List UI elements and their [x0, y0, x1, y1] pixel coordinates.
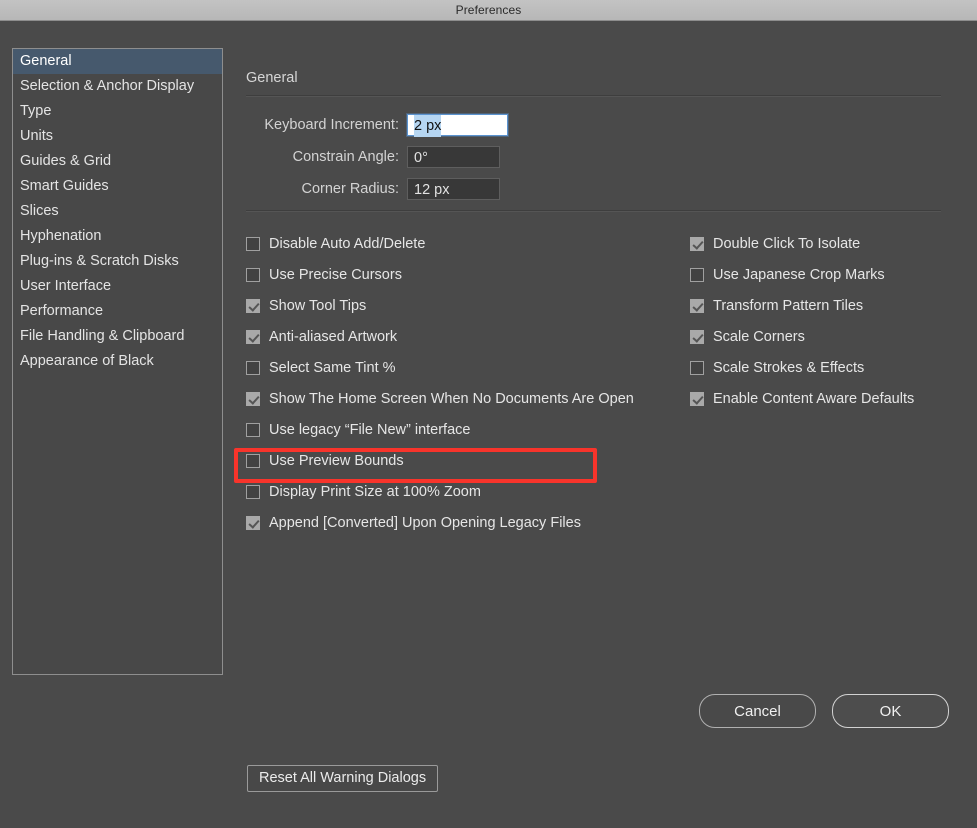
- field-value: 0°: [414, 150, 428, 166]
- checkbox-row[interactable]: Use Precise Cursors: [246, 259, 686, 290]
- checkbox-row[interactable]: Enable Content Aware Defaults: [690, 383, 940, 414]
- checkbox-row[interactable]: Scale Strokes & Effects: [690, 352, 940, 383]
- checkbox-column-right: Double Click To Isolate Use Japanese Crop…: [690, 228, 940, 414]
- checkbox-label: Disable Auto Add/Delete: [269, 235, 426, 252]
- cancel-button[interactable]: Cancel: [699, 694, 816, 728]
- checkbox-label: Anti-aliased Artwork: [269, 328, 398, 345]
- checkbox-unchecked-icon[interactable]: [246, 236, 260, 251]
- checkbox-grid: Disable Auto Add/Delete Use Precise Curso…: [234, 212, 941, 828]
- checkbox-row[interactable]: Disable Auto Add/Delete: [246, 228, 686, 259]
- checkbox-unchecked-icon[interactable]: [246, 422, 260, 437]
- checkbox-checked-icon[interactable]: [690, 329, 704, 344]
- field-input-keyboard-increment[interactable]: 2 px: [407, 114, 508, 137]
- ok-button[interactable]: OK: [832, 694, 949, 728]
- checkbox-row[interactable]: Scale Corners: [690, 321, 940, 352]
- checkbox-label: Use legacy “File New” interface: [269, 421, 471, 438]
- checkbox-label: Scale Corners: [713, 328, 805, 345]
- checkbox-label: Use Preview Bounds: [269, 452, 404, 469]
- checkbox-label: Transform Pattern Tiles: [713, 297, 864, 314]
- checkbox-unchecked-icon[interactable]: [246, 267, 260, 282]
- checkbox-label: Display Print Size at 100% Zoom: [269, 483, 481, 500]
- checkbox-row[interactable]: Double Click To Isolate: [690, 228, 940, 259]
- checkbox-row[interactable]: Use legacy “File New” interface: [246, 414, 686, 445]
- window-titlebar: Preferences: [0, 0, 977, 21]
- sidebar-list: General Selection & Anchor Display Type Uni…: [13, 49, 222, 374]
- sidebar-item-hyphenation[interactable]: Hyphenation: [13, 224, 222, 249]
- preferences-dialog: General Selection & Anchor Display Type Uni…: [0, 21, 977, 792]
- sidebar-item-user-interface[interactable]: User Interface: [13, 274, 222, 299]
- sidebar-item-smart-guides[interactable]: Smart Guides: [13, 174, 222, 199]
- checkbox-label: Double Click To Isolate: [713, 235, 861, 252]
- checkbox-unchecked-icon[interactable]: [246, 453, 260, 468]
- field-input-corner-radius[interactable]: 12 px: [407, 178, 500, 200]
- checkbox-unchecked-icon[interactable]: [690, 360, 704, 375]
- sidebar-item-performance[interactable]: Performance: [13, 299, 222, 324]
- reset-all-warning-dialogs-button[interactable]: Reset All Warning Dialogs: [247, 765, 439, 792]
- checkbox-row[interactable]: Show The Home Screen When No Documents A…: [246, 383, 686, 414]
- checkbox-label: Use Precise Cursors: [269, 266, 402, 283]
- sidebar-item-selection-anchor-display[interactable]: Selection & Anchor Display: [13, 74, 222, 99]
- checkbox-row[interactable]: Anti-aliased Artwork: [246, 321, 686, 352]
- field-label: Keyboard Increment:: [264, 117, 399, 133]
- field-value: 12 px: [414, 182, 450, 198]
- checkbox-checked-icon[interactable]: [690, 298, 704, 313]
- checkbox-row[interactable]: Select Same Tint %: [246, 352, 686, 383]
- field-group: Keyboard Increment: 2 px Constrain Angle: 0…: [246, 97, 941, 200]
- field-value: 2 px: [414, 115, 442, 137]
- checkbox-checked-icon[interactable]: [246, 391, 260, 406]
- checkbox-checked-icon[interactable]: [690, 236, 704, 251]
- field-input-constrain-angle[interactable]: 0°: [407, 146, 500, 168]
- field-label: Constrain Angle:: [292, 149, 399, 165]
- sidebar-item-type[interactable]: Type: [13, 99, 222, 124]
- sidebar-item-file-handling-clipboard[interactable]: File Handling & Clipboard: [13, 324, 222, 349]
- sidebar-item-appearance-of-black[interactable]: Appearance of Black: [13, 349, 222, 374]
- sidebar-item-slices[interactable]: Slices: [13, 199, 222, 224]
- checkbox-row[interactable]: Use Preview Bounds: [246, 445, 686, 476]
- checkbox-row[interactable]: Transform Pattern Tiles: [690, 290, 940, 321]
- checkbox-label: Select Same Tint %: [269, 359, 396, 376]
- checkbox-label: Scale Strokes & Effects: [713, 359, 865, 376]
- preferences-category-sidebar[interactable]: General Selection & Anchor Display Type Uni…: [12, 48, 223, 675]
- reset-button-wrapper: Reset All Warning Dialogs: [247, 765, 439, 792]
- checkbox-label: Use Japanese Crop Marks: [713, 266, 885, 283]
- field-row: Keyboard Increment: 2 px: [246, 114, 941, 137]
- panel-title: General: [246, 70, 298, 86]
- sidebar-item-units[interactable]: Units: [13, 124, 222, 149]
- checkbox-row[interactable]: Use Japanese Crop Marks: [690, 259, 940, 290]
- field-row: Corner Radius: 12 px: [246, 178, 941, 200]
- checkbox-row[interactable]: Show Tool Tips: [246, 290, 686, 321]
- checkbox-row[interactable]: Append [Converted] Upon Opening Legacy F…: [246, 507, 686, 538]
- checkbox-unchecked-icon[interactable]: [246, 360, 260, 375]
- checkbox-column-left: Disable Auto Add/Delete Use Precise Curso…: [246, 228, 686, 538]
- checkbox-row[interactable]: Display Print Size at 100% Zoom: [246, 476, 686, 507]
- sidebar-item-plug-ins-scratch-disks[interactable]: Plug-ins & Scratch Disks: [13, 249, 222, 274]
- checkbox-unchecked-icon[interactable]: [246, 484, 260, 499]
- checkbox-label: Append [Converted] Upon Opening Legacy F…: [269, 514, 581, 531]
- checkbox-label: Show Tool Tips: [269, 297, 367, 314]
- checkbox-unchecked-icon[interactable]: [690, 267, 704, 282]
- sidebar-item-guides-grid[interactable]: Guides & Grid: [13, 149, 222, 174]
- checkbox-checked-icon[interactable]: [690, 391, 704, 406]
- field-row: Constrain Angle: 0°: [246, 146, 941, 168]
- checkbox-label: Enable Content Aware Defaults: [713, 390, 915, 407]
- field-label: Corner Radius:: [301, 181, 399, 197]
- checkbox-checked-icon[interactable]: [246, 329, 260, 344]
- checkbox-checked-icon[interactable]: [246, 298, 260, 313]
- checkbox-checked-icon[interactable]: [246, 515, 260, 530]
- dialog-footer: Cancel OK: [699, 694, 949, 728]
- window-title: Preferences: [455, 3, 522, 17]
- sidebar-item-general[interactable]: General: [13, 49, 222, 74]
- checkbox-label: Show The Home Screen When No Documents A…: [269, 390, 634, 407]
